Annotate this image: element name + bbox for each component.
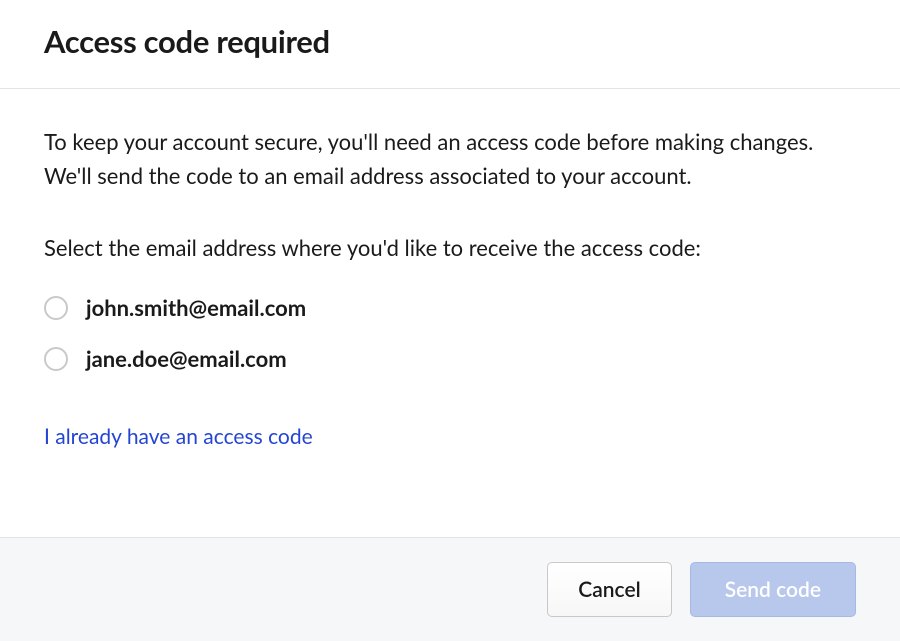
email-radio-option[interactable]: jane.doe@email.com <box>44 337 856 380</box>
dialog-title: Access code required <box>44 22 856 60</box>
email-radio-group: john.smith@email.com jane.doe@email.com <box>44 286 856 380</box>
send-code-button[interactable]: Send code <box>690 562 856 617</box>
email-radio-label: jane.doe@email.com <box>86 345 287 372</box>
radio-icon <box>44 347 68 371</box>
email-radio-option[interactable]: john.smith@email.com <box>44 286 856 329</box>
dialog-footer: Cancel Send code <box>0 537 900 641</box>
access-code-dialog: Access code required To keep your accoun… <box>0 0 900 641</box>
email-radio-label: john.smith@email.com <box>86 294 306 321</box>
already-have-code-link[interactable]: I already have an access code <box>44 424 313 449</box>
intro-text: To keep your account secure, you'll need… <box>44 125 824 193</box>
dialog-header: Access code required <box>0 0 900 89</box>
dialog-body: To keep your account secure, you'll need… <box>0 89 900 537</box>
select-prompt: Select the email address where you'd lik… <box>44 231 856 264</box>
radio-icon <box>44 296 68 320</box>
cancel-button[interactable]: Cancel <box>547 562 671 617</box>
